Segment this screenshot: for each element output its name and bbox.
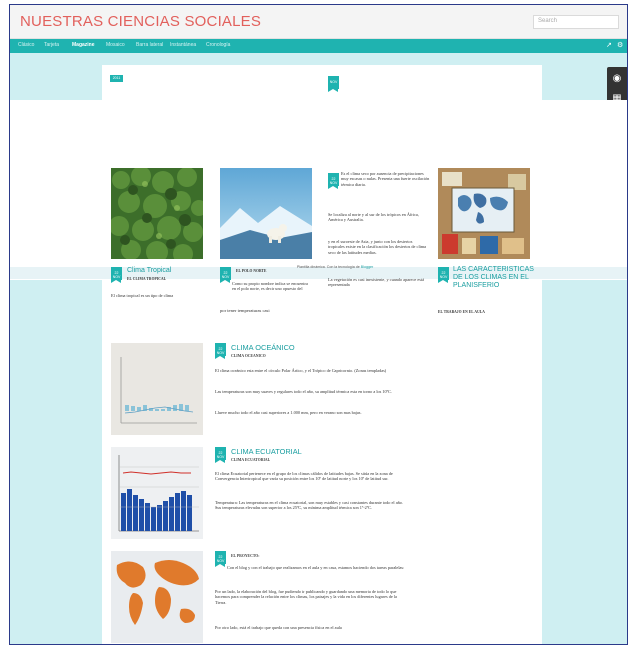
equatorial-chart-image[interactable] [111,447,203,539]
world-map-image[interactable] [111,551,203,643]
date-ribbon: 22 NOV [220,267,231,283]
date-ribbon: 22 NOV [111,267,122,283]
card-title[interactable]: Clima Tropical [127,267,171,275]
tab-clasico[interactable]: Clásico [18,42,34,48]
blogger-link[interactable]: Blogger [361,265,373,269]
post-paragraph: Temperatura: Las temperaturas en el clim… [215,500,403,511]
featured-band [10,100,627,280]
post-paragraph: El clima oceánico esta entre el círculo … [215,368,387,373]
header: NUESTRAS CIENCIAS SOCIALES Search [10,5,627,39]
card-subtitle: EL TRABAJO EN EL AULA [438,310,485,314]
card-paragraph: Se localiza al norte y al sur de los tró… [328,212,419,223]
date-ribbon: 22 NOV [215,551,226,567]
post-subtitle[interactable]: EL PROYECTO: [231,554,260,558]
date-ribbon: 22 NOV [328,173,339,189]
post-paragraph: Con el blog y con el trabajo que realiza… [227,565,405,570]
date-ribbon: 22 NOV [215,343,226,359]
date-ribbon: 22 NOV [438,267,449,283]
tab-magazine[interactable]: Magazine [72,42,95,48]
card-paragraph: La vegetación es casi inexistente, y cua… [328,277,425,288]
post-paragraph: El clima Ecuatorial pertenece en el grup… [215,471,393,482]
oceanic-chart-image[interactable] [111,343,203,435]
tab-barra-lateral[interactable]: Barra lateral [136,42,163,48]
blogger-notice: Plantilla dinámica. Con la tecnología de… [265,265,405,269]
profile-icon[interactable]: ◉ [611,73,623,85]
card-paragraph: Es el clima seco por ausencia de precipi… [341,171,430,187]
post-paragraph: Por un lado, la elaboración del blog, fu… [215,589,397,605]
site-title[interactable]: NUESTRAS CIENCIAS SOCIALES [20,13,261,30]
card-excerpt-continued: por tener temperaturas casi [220,308,270,313]
card-paragraph: y en el suroeste de Asia, y junto con lo… [328,239,427,255]
date-ribbon: 22 NOV [215,447,226,463]
post-subtitle: CLIMA OCEANICO [231,354,266,358]
month-ribbon: NOV [328,76,339,92]
post-title[interactable]: CLIMA OCEÁNICO [231,343,295,352]
card-subtitle: EL CLIMA TROPICAL [127,277,167,281]
search-input[interactable]: Search [533,15,619,29]
post-paragraph: Llueve mucho todo el año casi superiores… [215,410,362,415]
post-paragraph: Las temperaturas son muy suaves y regula… [215,389,392,394]
tab-tarjeta[interactable]: Tarjeta [44,42,59,48]
forest-image[interactable] [111,168,203,259]
card-title[interactable]: LAS CARACTERISTICAS DE LOS CLIMAS EN EL … [453,266,537,290]
post-title[interactable]: CLIMA ECUATORIAL [231,447,302,456]
view-tabs: Clásico Tarjeta Magazine Mosaico Barra l… [10,39,627,53]
share-icon[interactable]: ↗ [606,41,612,49]
polar-bear-image[interactable] [220,168,312,259]
post-paragraph: Por otro lado, está el trabajo que queda… [215,625,342,630]
tab-mosaico[interactable]: Mosaico [106,42,125,48]
tab-instantanea[interactable]: Instantánea [170,42,196,48]
card-excerpt: El clima tropical es un tipo de clima [111,293,174,298]
card-subtitle[interactable]: EL POLO NORTE [236,269,267,273]
post-subtitle: CLIMA ECUATORIAL [231,458,271,462]
settings-icon[interactable]: ⚙ [617,41,623,49]
card-excerpt: Como su propio nombre indica se encuentr… [232,281,308,292]
classroom-map-image[interactable] [438,168,530,259]
notice-text: Plantilla dinámica. Con la tecnología de [296,265,360,269]
browser-frame: NUESTRAS CIENCIAS SOCIALES Search Clásic… [9,4,628,645]
tab-cronologia[interactable]: Cronología [206,42,230,48]
year-tag: 2011 [110,75,123,82]
